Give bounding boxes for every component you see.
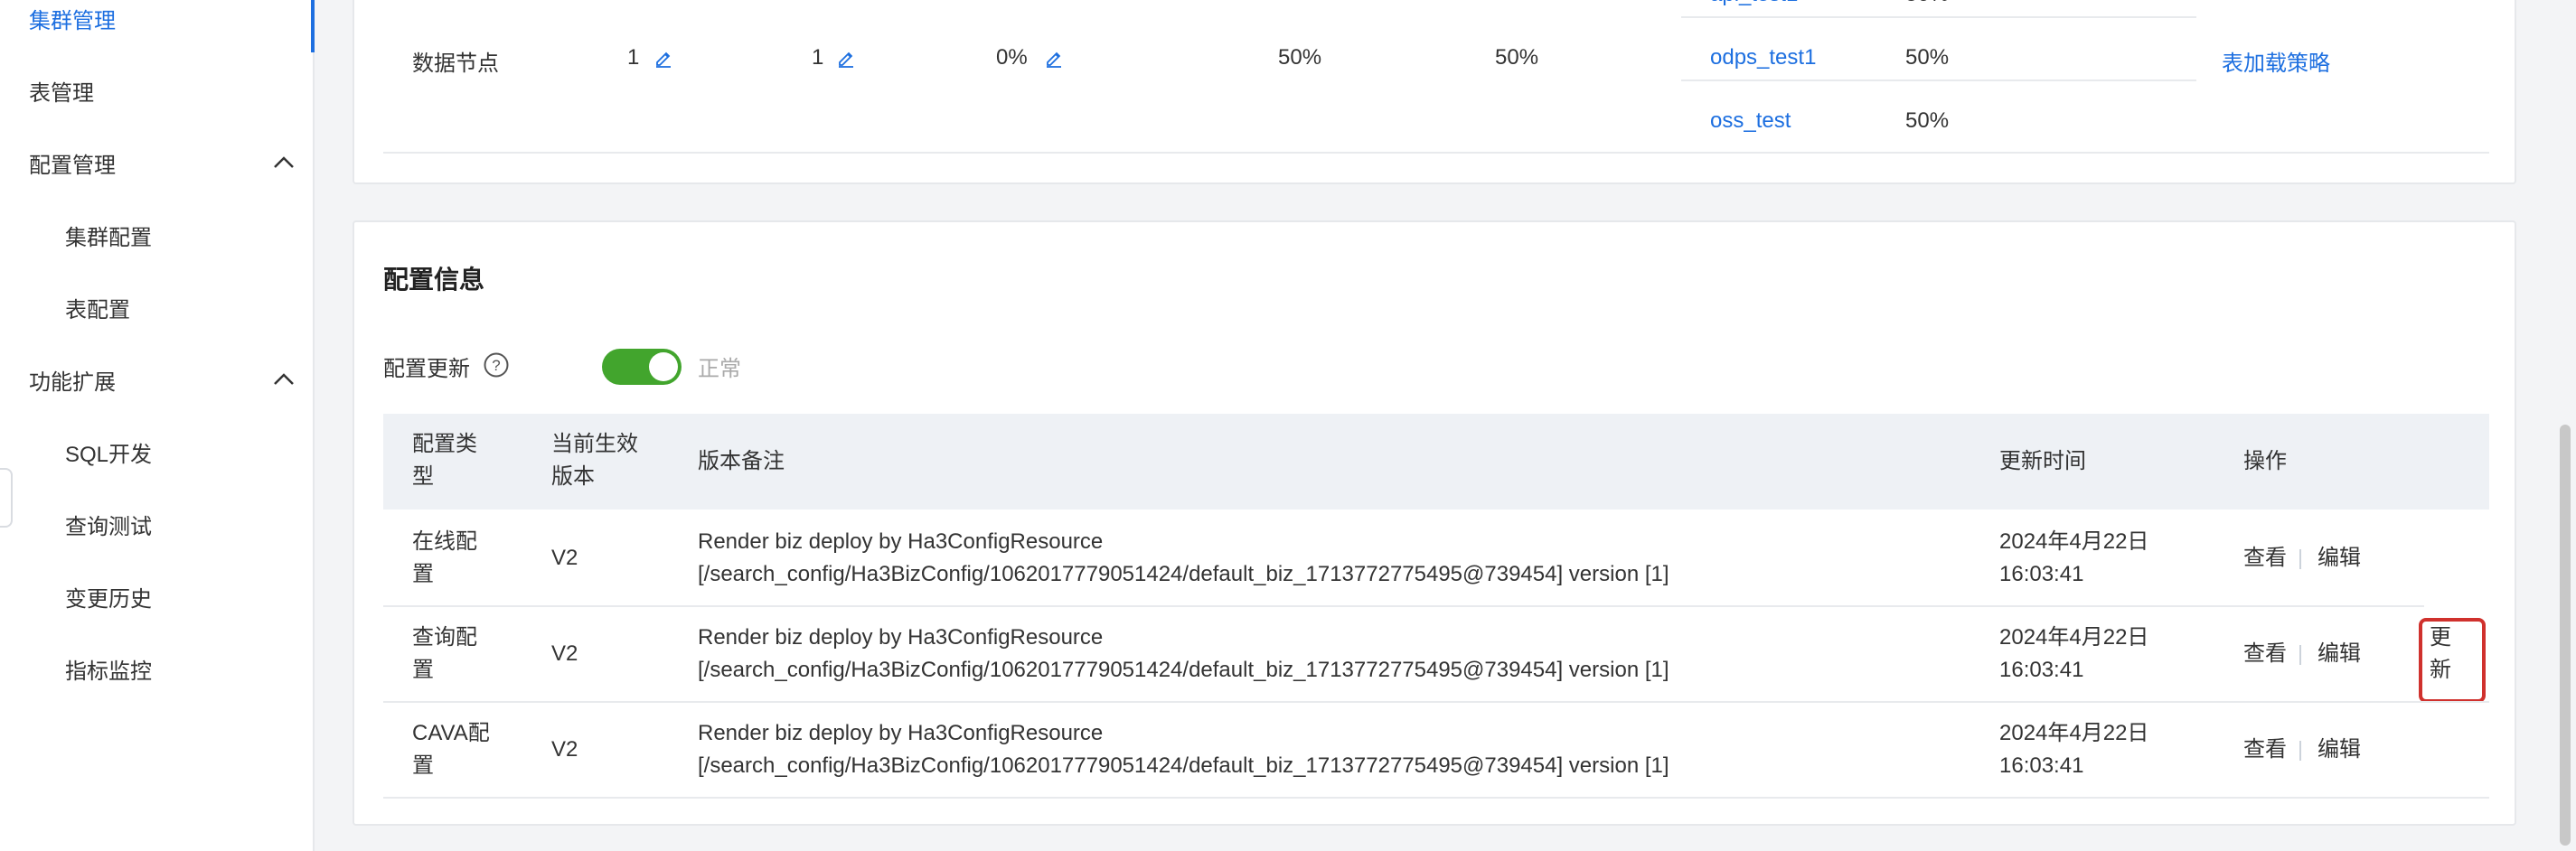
sidebar-item-feature-extension[interactable]: 功能扩展 — [29, 365, 116, 401]
ratio-value: 50% — [1278, 45, 1322, 70]
edit-icon[interactable] — [653, 47, 674, 69]
node-count-value: 1 — [627, 45, 640, 70]
sidebar-item-query-test[interactable]: 查询测试 — [65, 510, 152, 546]
cell-config-type: 在线配置 — [412, 529, 477, 586]
edit-icon[interactable] — [1043, 47, 1065, 69]
sidebar-item-change-history[interactable]: 变更历史 — [65, 582, 152, 618]
sidebar-item-metrics-monitor[interactable]: 指标监控 — [65, 654, 152, 690]
header-update-time: 更新时间 — [1999, 449, 2086, 473]
header-config-type: 配置类型 — [412, 432, 477, 489]
sidebar-item-config-management[interactable]: 配置管理 — [29, 148, 116, 184]
cell-version: V2 — [551, 737, 578, 762]
node-table-card: 数据节点 1 1 0% 50% 50% api_test1 50% odps_t… — [353, 0, 2516, 184]
edit-link[interactable]: 编辑 — [2317, 734, 2361, 766]
divider — [1681, 79, 2196, 81]
cell-remark: Render biz deploy by Ha3ConfigResource [/… — [698, 529, 1669, 586]
section-title: 配置信息 — [383, 266, 485, 294]
edit-link[interactable]: 编辑 — [2317, 638, 2361, 670]
edit-link[interactable]: 编辑 — [2317, 542, 2361, 575]
config-info-card: 配置信息 配置更新 ? 正常 配置类型 当前生效 版本 版本备注 更新时间 操作 … — [353, 220, 2516, 826]
cell-config-type: CAVA配置 — [412, 721, 490, 778]
ratio-value: 50% — [1495, 45, 1539, 70]
header-version-remark: 版本备注 — [698, 449, 785, 473]
divider — [383, 152, 2489, 154]
sidebar-item-table-management[interactable]: 表管理 — [29, 76, 94, 112]
toggle-knob — [649, 352, 678, 381]
chevron-up-icon[interactable] — [269, 365, 298, 394]
sidebar: 集群管理 表管理 配置管理 集群配置 表配置 功能扩展 SQL开发 查询测试 变… — [0, 0, 315, 851]
row-label: 数据节点 — [412, 51, 499, 76]
svg-text:?: ? — [492, 357, 500, 374]
sidebar-collapse-handle[interactable] — [0, 468, 13, 528]
separator — [2299, 549, 2301, 569]
separator — [2299, 741, 2301, 761]
table-load-strategy-link[interactable]: 表加载策略 — [2222, 45, 2330, 77]
header-current-version: 当前生效 版本 — [551, 432, 638, 489]
source-value: 50% — [1905, 108, 1950, 133]
percent-value: 0% — [996, 45, 1028, 70]
cell-remark: Render biz deploy by Ha3ConfigResource [/… — [698, 721, 1669, 778]
view-link[interactable]: 查看 — [2243, 542, 2287, 575]
sidebar-item-table-config[interactable]: 表配置 — [65, 293, 130, 329]
sidebar-item-cluster-config[interactable]: 集群配置 — [65, 220, 152, 257]
page-scrollbar[interactable] — [2560, 425, 2571, 846]
toggle-status-text: 正常 — [698, 357, 741, 381]
cell-version: V2 — [551, 546, 578, 570]
active-indicator — [311, 0, 315, 52]
cell-update-time: 2024年4月22日 16:03:41 — [1999, 721, 2149, 778]
row-divider — [383, 797, 2489, 799]
help-icon[interactable]: ? — [483, 351, 510, 379]
cell-config-type: 查询配置 — [412, 625, 477, 682]
cell-update-time: 2024年4月22日 16:03:41 — [1999, 625, 2149, 682]
row-divider — [383, 605, 2424, 607]
divider — [1681, 16, 2196, 18]
sidebar-item-sql-dev[interactable]: SQL开发 — [65, 437, 152, 473]
view-link[interactable]: 查看 — [2243, 734, 2287, 766]
separator — [2299, 645, 2301, 665]
edit-icon[interactable] — [835, 47, 857, 69]
config-update-toggle[interactable] — [602, 349, 682, 385]
source-link[interactable]: oss_test — [1710, 108, 1791, 134]
source-link[interactable]: api_test1 — [1710, 0, 1798, 7]
source-value: 50% — [1905, 0, 1949, 7]
config-update-label: 配置更新 — [383, 357, 470, 381]
sidebar-item-cluster-management[interactable]: 集群管理 — [29, 4, 116, 40]
header-operations: 操作 — [2243, 449, 2287, 473]
cell-remark: Render biz deploy by Ha3ConfigResource [/… — [698, 625, 1669, 682]
chevron-up-icon[interactable] — [269, 148, 298, 177]
cell-update-time: 2024年4月22日 16:03:41 — [1999, 529, 2149, 586]
cell-version: V2 — [551, 641, 578, 666]
source-value: 50% — [1905, 45, 1950, 70]
source-link[interactable]: odps_test1 — [1710, 45, 1816, 70]
view-link[interactable]: 查看 — [2243, 638, 2287, 670]
update-link[interactable]: 更新 — [2430, 622, 2451, 687]
row-divider — [383, 701, 2489, 703]
replica-count-value: 1 — [812, 45, 824, 70]
